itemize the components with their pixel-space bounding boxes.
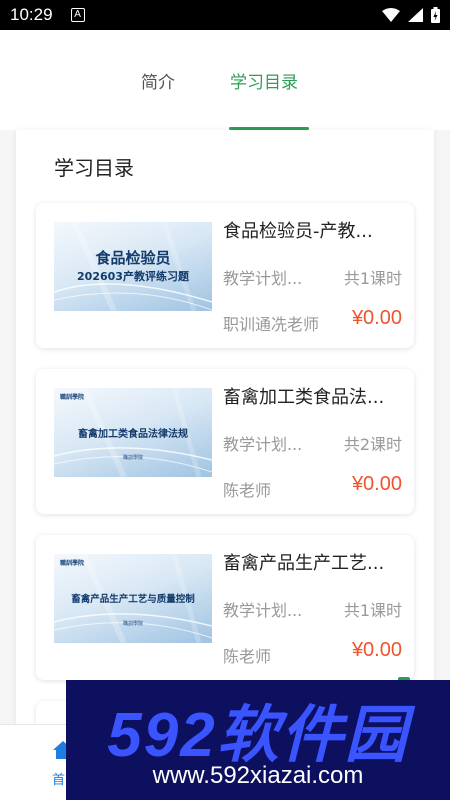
status-icons [382,7,440,23]
course-thumbnail: 食品检验员 202603产教评练习题 [54,222,212,311]
course-price: ¥0.00 [351,473,402,495]
watermark-banner: 592软件园 www.592xiazai.com [66,680,450,800]
battery-icon [431,7,440,23]
course-price: ¥0.00 [351,307,402,329]
course-lesson-count: 共1课时 [343,269,402,288]
watermark-url: www.592xiazai.com [152,762,364,789]
course-lesson-count: 共1课时 [343,601,402,620]
course-card[interactable]: 職訓學院 畜禽产品生产工艺与质量控制 職訓學院 畜禽产品生产工艺... 教学计划… [36,535,414,680]
school-logo-small: 職訓學院 [122,621,143,627]
notification-a-icon: A [70,8,85,22]
thumbnail-subtitle: 202603产教评练习题 [77,270,189,283]
course-lesson-count: 共2课时 [343,435,402,454]
course-price: ¥0.00 [351,639,402,661]
thumbnail-title: 畜禽加工类食品法律法规 [78,429,188,440]
nav-home-label[interactable]: 首 [52,769,65,788]
course-thumbnail: 職訓學院 畜禽加工类食品法律法规 職訓學院 [54,388,212,477]
course-title: 食品检验员-产教... [223,221,373,242]
status-time: 10:29 [10,5,53,24]
course-thumbnail: 職訓學院 畜禽产品生产工艺与质量控制 職訓學院 [54,554,212,643]
school-logo-small: 職訓學院 [122,455,143,461]
course-teacher: 陈老师 [223,647,272,666]
thumbnail-title: 食品检验员 [95,249,171,267]
course-card[interactable]: 食品检验员 202603产教评练习题 食品检验员-产教... 教学计划... 共… [36,203,414,348]
wifi-icon [382,8,400,22]
signal-icon [408,8,423,22]
course-plan: 教学计划... [223,269,303,288]
tab-intro[interactable]: 简介 [141,68,175,93]
course-card[interactable]: 職訓學院 畜禽加工类食品法律法规 職訓學院 畜禽加工类食品法... 教学计划..… [36,369,414,514]
watermark-logo: 592软件园 [107,701,409,770]
course-plan: 教学计划... [223,435,303,454]
course-teacher: 陈老师 [223,481,272,500]
thumbnail-title: 畜禽产品生产工艺与质量控制 [71,594,195,605]
course-title: 畜禽加工类食品法... [223,387,385,408]
course-teacher: 职训通冼老师 [223,315,320,334]
course-plan: 教学计划... [223,601,303,620]
section-title: 学习目录 [54,156,134,180]
school-logo: 職訓學院 [60,560,85,567]
school-logo: 職訓學院 [60,394,85,401]
status-bar: 10:29 A [0,0,450,30]
tab-catalog[interactable]: 学习目录 [230,68,298,93]
course-title: 畜禽产品生产工艺... [223,553,385,574]
tab-bar: 简介 学习目录 [0,30,450,130]
